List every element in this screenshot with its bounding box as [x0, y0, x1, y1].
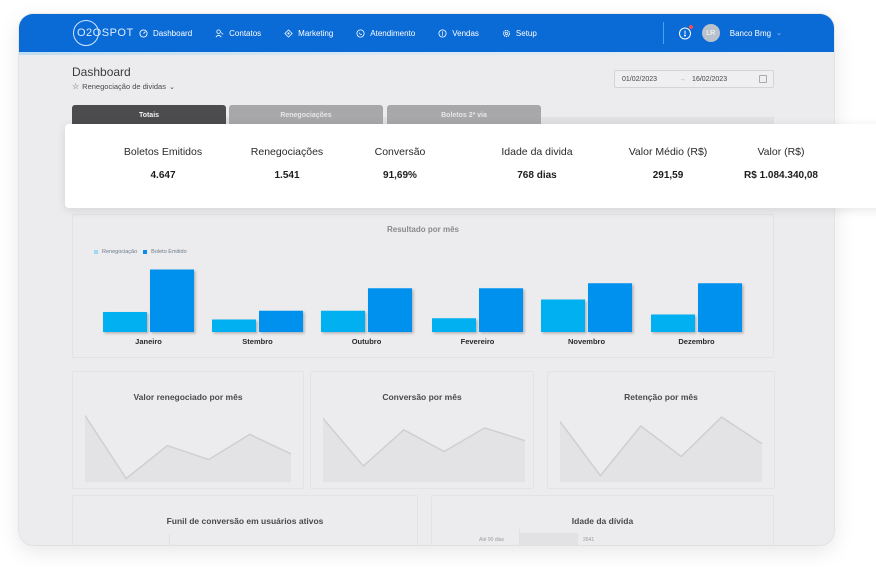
- x-tick-label: Fevereiro: [461, 337, 495, 346]
- date-end[interactable]: 16/02/2023: [692, 76, 727, 83]
- x-tick-label: Outubro: [352, 337, 382, 346]
- bar-chart: Janeiro Stembro Outubro Fevereiro Novembro De…: [103, 269, 742, 346]
- tabs: Totais Renegociações Boletos 2ª via: [72, 105, 544, 126]
- debt-age-bar: [520, 533, 578, 545]
- contacts-icon: [215, 28, 224, 38]
- bar-boleto-emitido-outubro[interactable]: [368, 288, 412, 332]
- area-chart-valor-renegociado: [85, 415, 291, 482]
- nav-label: Contatos: [229, 28, 262, 38]
- tab-totais[interactable]: Totais: [72, 105, 226, 126]
- nav-item-vendas[interactable]: Vendas: [438, 29, 479, 38]
- nav-item-marketing[interactable]: Marketing: [284, 29, 333, 38]
- logo[interactable]: O2OSPOT: [73, 20, 133, 46]
- nav-item-dashboard[interactable]: Dashboard: [139, 29, 192, 38]
- totals-card: Boletos Emitidos 4.647 Renegociações 1.5…: [65, 124, 876, 208]
- chart-title: Funil de conversão em usuários ativos: [166, 516, 324, 526]
- tab-boletos-2-via[interactable]: Boletos 2ª via: [387, 105, 541, 126]
- notification-dot: [688, 25, 693, 29]
- funnel-card: Funil de conversão em usuários ativos: [72, 495, 418, 545]
- star-icon[interactable]: ☆: [72, 82, 79, 91]
- bar-chart-card: Resultado por mês Renegociação Boleto Em…: [72, 214, 774, 358]
- kpi-idade-divida: Idade da divida 768 dias: [467, 146, 607, 181]
- x-tick-label: Janeiro: [135, 337, 162, 346]
- x-tick-label: Stembro: [242, 337, 273, 346]
- logo-text: O2OSPOT: [77, 27, 134, 39]
- dashboard-name: Renegociação de dividas: [82, 82, 166, 91]
- org-selector[interactable]: Banco Bmg ⌄: [730, 29, 782, 38]
- x-tick-label: Dezembro: [678, 337, 715, 346]
- nav-label: Atendimento: [370, 28, 416, 38]
- avatar[interactable]: LR: [701, 24, 720, 42]
- kpi-value: 91,69%: [383, 170, 417, 181]
- main-nav: Dashboard Contatos Marketing Atendimento…: [139, 14, 560, 52]
- line-card-valor-renegociado: Valor renegociado por mês: [72, 371, 304, 489]
- nav-right: LR Banco Bmg ⌄: [662, 14, 782, 52]
- notifications-button[interactable]: [678, 25, 693, 40]
- area-chart-conversao: [323, 417, 525, 482]
- bar-boleto-emitido-fevereiro[interactable]: [479, 288, 523, 332]
- chart-title: Conversão por mês: [382, 392, 462, 402]
- stage: O2OSPOT Dashboard Contatos Marketing Ate…: [0, 0, 876, 567]
- bar-renegociação-janeiro[interactable]: [103, 312, 147, 332]
- top-nav: O2OSPOT Dashboard Contatos Marketing Ate…: [19, 14, 834, 55]
- bar-boleto-emitido-janeiro[interactable]: [150, 269, 194, 333]
- nav-label: Vendas: [452, 28, 479, 38]
- area-fill: [85, 415, 291, 482]
- chevron-down-icon: ⌄: [776, 30, 782, 37]
- tab-renegociacoes[interactable]: Renegociações: [229, 105, 383, 126]
- nav-label: Setup: [515, 28, 537, 38]
- nav-item-atendimento[interactable]: Atendimento: [356, 29, 415, 38]
- bar-renegociação-fevereiro[interactable]: [432, 318, 476, 332]
- chevron-down-icon: ⌄: [168, 83, 175, 91]
- arrow-right-icon: →: [679, 75, 687, 83]
- app-window: O2OSPOT Dashboard Contatos Marketing Ate…: [19, 14, 834, 545]
- bar-boleto-emitido-novembro[interactable]: [588, 283, 632, 332]
- bar-category-label: Até 90 dias: [479, 537, 505, 543]
- bar-boleto-emitido-stembro[interactable]: [259, 310, 303, 332]
- chat-icon: [356, 28, 365, 38]
- kpi-label: Conversão: [374, 146, 426, 158]
- line-card-conversao: Conversão por mês: [310, 371, 534, 489]
- bar-renegociação-novembro[interactable]: [541, 299, 585, 333]
- divider: [662, 22, 664, 44]
- nav-label: Marketing: [298, 28, 334, 38]
- debt-age-card: Idade da dívida Até 90 dias 2641: [431, 495, 774, 545]
- x-tick-label: Novembro: [568, 337, 606, 346]
- gear-icon: [502, 29, 511, 38]
- bar-renegociação-dezembro[interactable]: [651, 314, 695, 333]
- kpi-label: Boletos Emitidos: [123, 146, 203, 158]
- chart-title: Valor renegociado por mês: [133, 392, 243, 402]
- bar-value-label: 2641: [583, 537, 595, 543]
- date-start[interactable]: 01/02/2023: [622, 76, 657, 83]
- area-chart-retencao: [560, 416, 762, 482]
- marketing-icon: [284, 28, 293, 38]
- chart-title: Retenção por mês: [624, 392, 698, 402]
- dashboard-icon: [139, 28, 148, 38]
- dashboard-selector[interactable]: ☆ Renegociação de dividas ⌄: [72, 82, 175, 91]
- kpi-value: 4.647: [150, 170, 176, 181]
- funnel-chart: [169, 534, 329, 545]
- nav-item-contatos[interactable]: Contatos: [215, 29, 261, 38]
- nav-label: Dashboard: [153, 28, 193, 38]
- kpi-value: 768 dias: [517, 170, 557, 181]
- kpi-value: R$ 1.084.340,08: [744, 170, 818, 181]
- line-card-retencao: Retenção por mês: [547, 371, 775, 489]
- org-name: Banco Bmg: [729, 28, 772, 38]
- kpi-boletos-emitidos: Boletos Emitidos 4.647: [93, 146, 233, 181]
- dollar-icon: [438, 28, 447, 38]
- calendar-icon[interactable]: [759, 75, 767, 83]
- bar-renegociação-stembro[interactable]: [212, 319, 256, 333]
- kpi-valor: Valor (R$) R$ 1.084.340,08: [711, 146, 851, 181]
- bar-renegociação-outubro[interactable]: [321, 310, 365, 332]
- kpi-label: Idade da divida: [501, 146, 573, 158]
- chart-title: Idade da dívida: [571, 516, 634, 526]
- date-range-picker[interactable]: 01/02/2023 → 16/02/2023: [614, 70, 774, 88]
- kpi-conversao: Conversão 91,69%: [330, 146, 470, 181]
- nav-item-setup[interactable]: Setup: [502, 29, 537, 38]
- kpi-label: Valor (R$): [757, 146, 805, 158]
- page-title: Dashboard: [72, 65, 131, 79]
- area-fill: [323, 418, 525, 482]
- bar-boleto-emitido-dezembro[interactable]: [698, 283, 742, 332]
- area-fill: [560, 417, 762, 482]
